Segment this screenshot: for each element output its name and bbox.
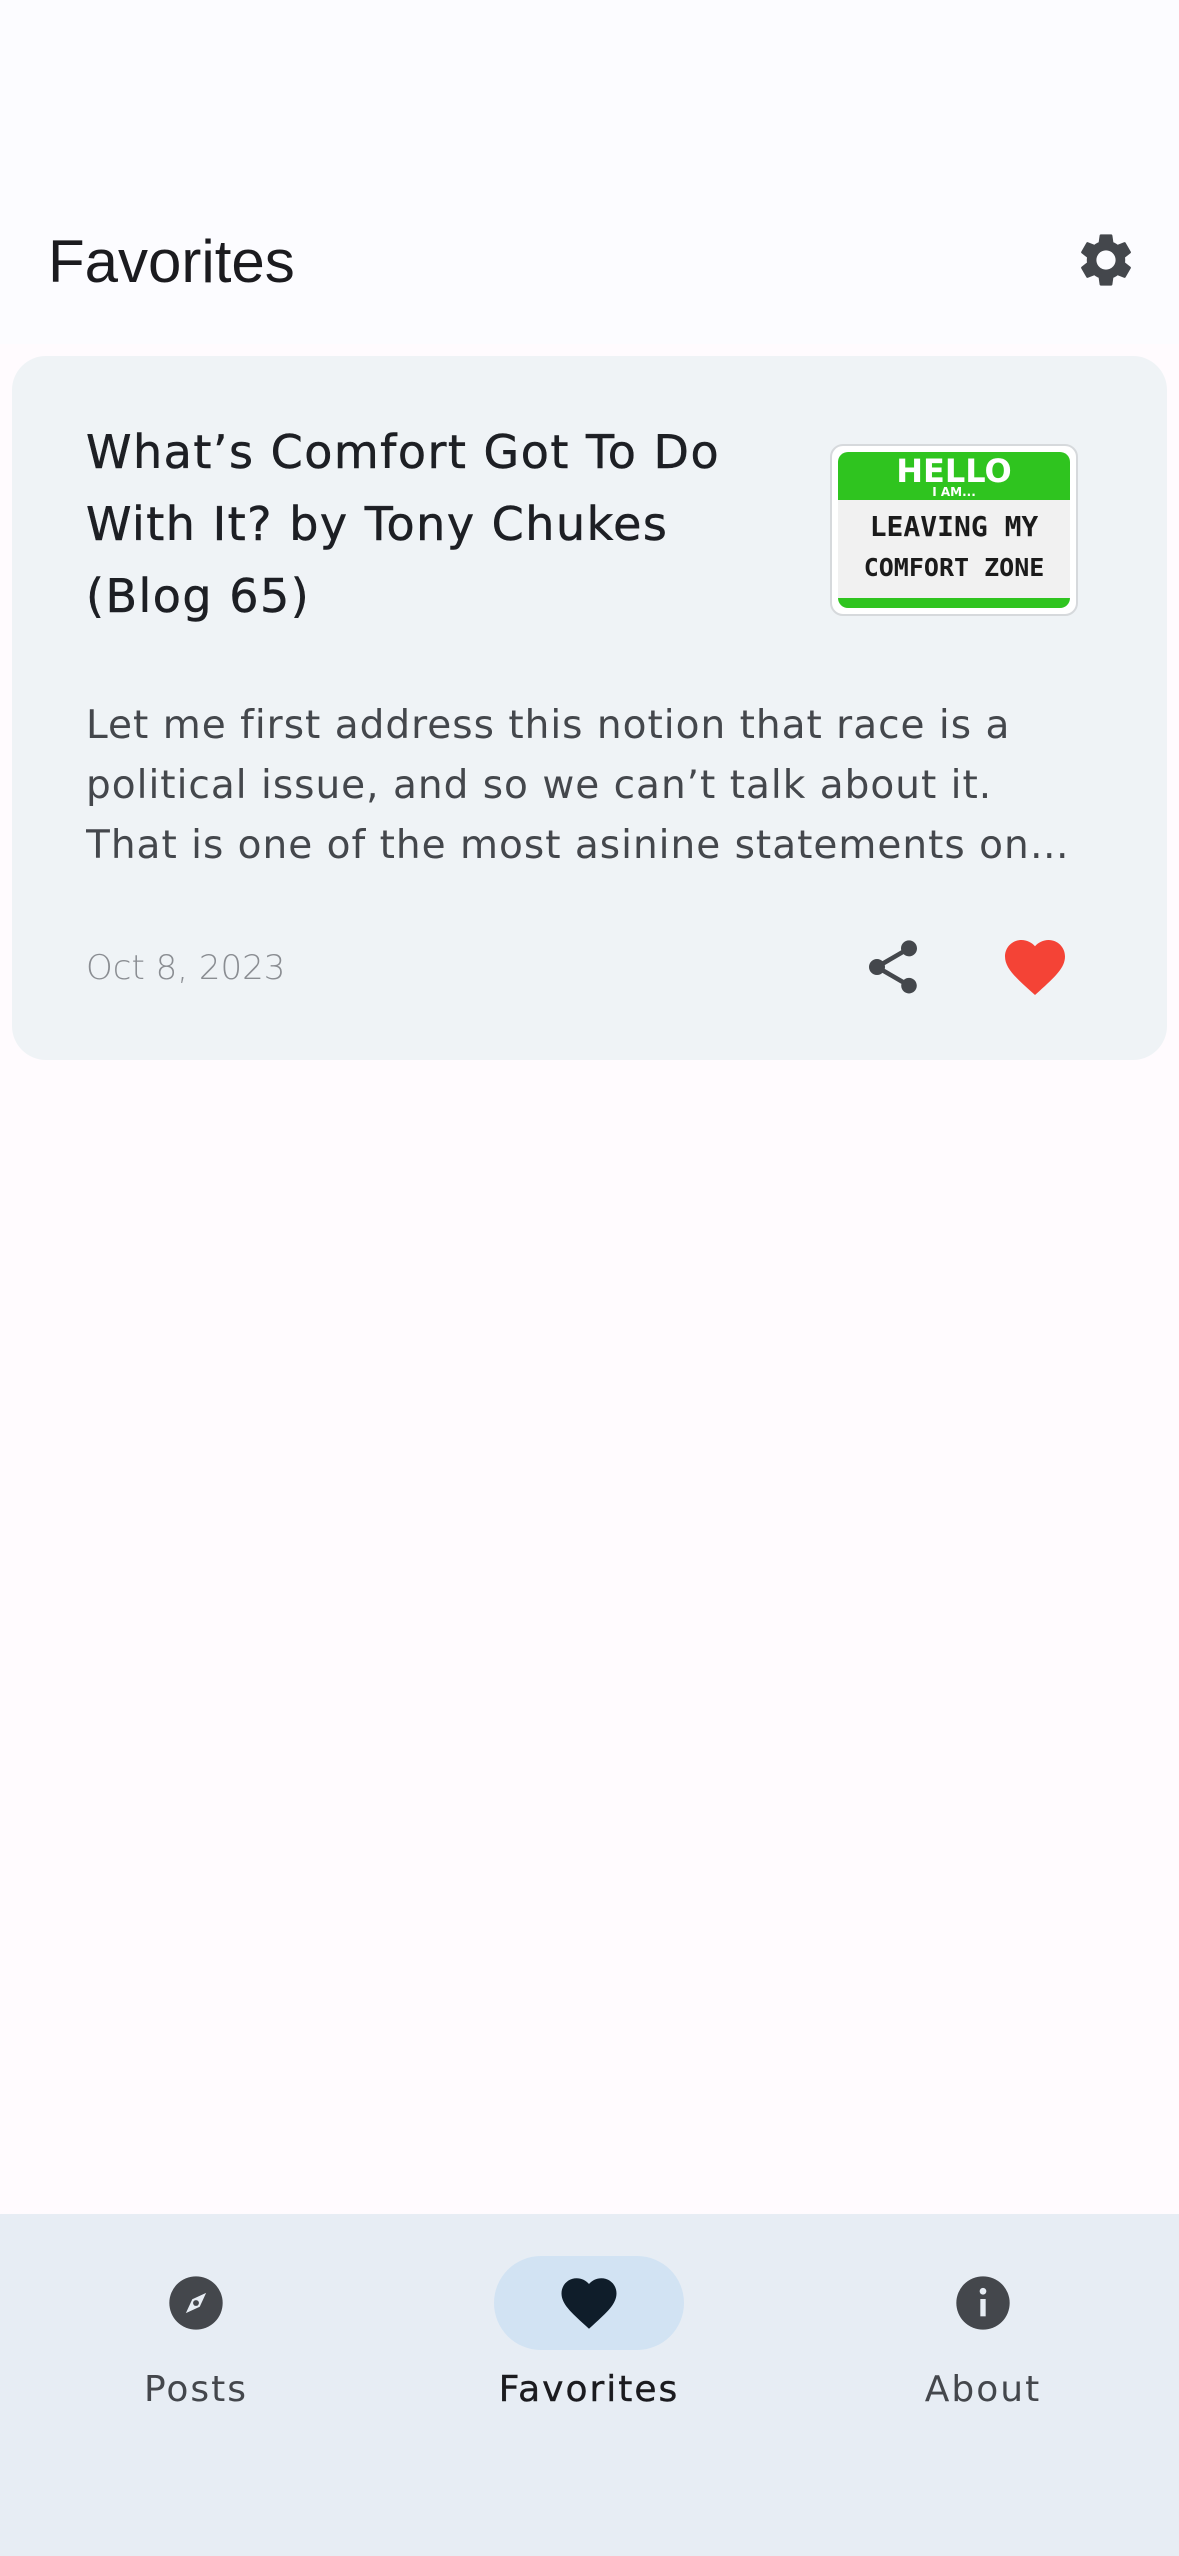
share-icon	[869, 940, 917, 994]
nav-item-posts[interactable]: Posts	[66, 2256, 326, 2426]
heart-icon	[1005, 940, 1065, 996]
page-title: Favorites	[48, 228, 295, 295]
status-bar-area	[0, 0, 1179, 200]
favorites-list: What’s Comfort Got To Do With It? by Ton…	[0, 344, 1179, 2214]
thumb-i-am-text: I AM...	[932, 485, 976, 499]
nav-active-indicator	[494, 2256, 684, 2350]
post-date: Oct 8, 2023	[86, 948, 286, 988]
nav-label-about: About	[924, 2369, 1042, 2410]
share-button[interactable]	[848, 922, 938, 1012]
compass-icon	[169, 2276, 223, 2330]
nav-label-favorites: Favorites	[498, 2369, 680, 2410]
bottom-navigation: Posts Favorites About	[0, 2214, 1179, 2556]
settings-button[interactable]	[1068, 222, 1144, 298]
post-excerpt: Let me first address this notion that ra…	[86, 703, 1030, 868]
nav-label-posts: Posts	[143, 2369, 249, 2410]
thumb-line4-text: COMFORT ZONE	[864, 553, 1045, 582]
thumb-line3-text: LEAVING MY	[870, 510, 1039, 543]
post-thumbnail: HELLO I AM... LEAVING MY COMFORT ZONE	[830, 444, 1078, 616]
post-card[interactable]: What’s Comfort Got To Do With It? by Ton…	[12, 356, 1167, 1060]
favorite-button[interactable]	[990, 922, 1080, 1012]
nav-item-favorites[interactable]: Favorites	[459, 2256, 719, 2426]
gear-icon	[1081, 234, 1131, 286]
app-bar: Favorites	[0, 200, 1179, 344]
info-icon	[956, 2276, 1010, 2330]
nav-item-about[interactable]: About	[853, 2256, 1113, 2426]
hello-name-tag-image: HELLO I AM... LEAVING MY COMFORT ZONE	[830, 444, 1078, 616]
heart-icon	[561, 2278, 617, 2329]
nav-indicator	[888, 2256, 1078, 2350]
post-title[interactable]: What’s Comfort Got To Do With It? by Ton…	[86, 416, 776, 632]
nav-indicator	[101, 2256, 291, 2350]
